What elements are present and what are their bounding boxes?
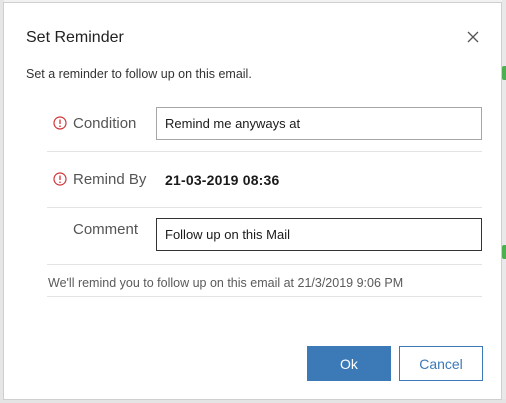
comment-label: Comment	[73, 221, 139, 238]
ok-button[interactable]: Ok	[307, 346, 391, 381]
set-reminder-dialog: Set Reminder Set a reminder to follow up…	[3, 2, 502, 400]
page: Set Reminder Set a reminder to follow up…	[0, 0, 506, 403]
required-icon	[53, 116, 67, 130]
close-button[interactable]	[462, 26, 484, 48]
background-app-right	[502, 0, 506, 403]
background-status-dot	[502, 245, 506, 259]
condition-label: Condition	[73, 115, 137, 132]
dialog-title: Set Reminder	[26, 29, 124, 46]
cancel-button[interactable]: Cancel	[399, 346, 483, 381]
comment-row: Comment	[47, 208, 482, 265]
required-icon	[53, 172, 67, 186]
dialog-subtitle: Set a reminder to follow up on this emai…	[26, 67, 252, 81]
condition-field[interactable]	[156, 107, 482, 140]
comment-field[interactable]	[156, 218, 482, 251]
remind-by-label: Remind By	[73, 171, 147, 188]
remind-by-value[interactable]: 21-03-2019 08:36	[165, 172, 280, 188]
background-status-dot	[502, 66, 506, 80]
reminder-footnote: We'll remind you to follow up on this em…	[47, 265, 482, 297]
close-icon	[467, 31, 479, 43]
reminder-footnote-text: We'll remind you to follow up on this em…	[48, 276, 404, 290]
condition-row: Condition	[47, 99, 482, 152]
remind-by-row: Remind By 21-03-2019 08:36	[47, 152, 482, 208]
